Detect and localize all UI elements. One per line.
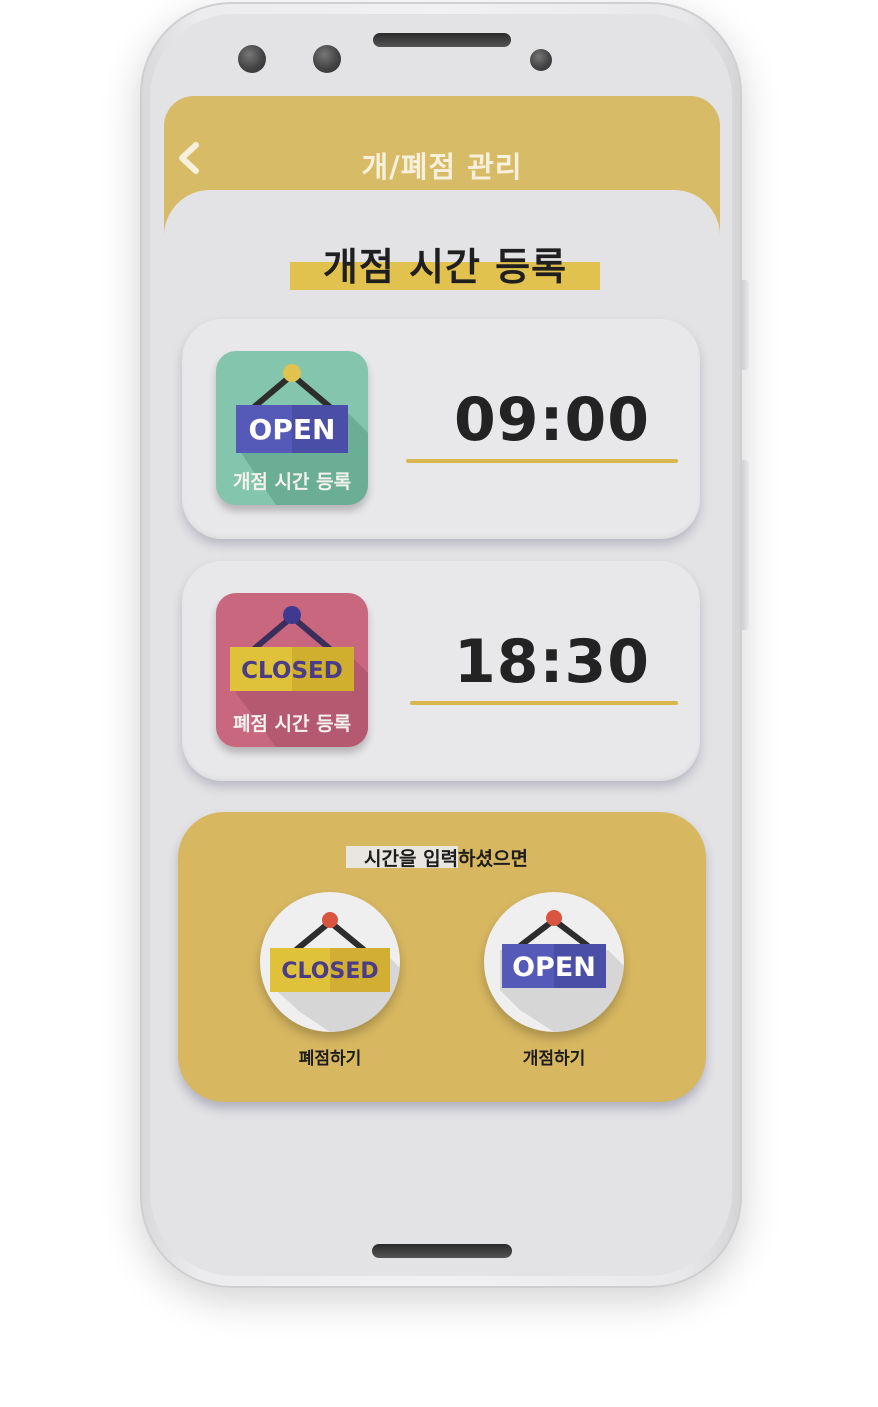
page-title: 개/폐점 관리: [361, 150, 523, 184]
open-sign-text: OPEN: [249, 413, 336, 446]
open-time-register-button[interactable]: OPEN 개점 시간 등록: [216, 351, 368, 505]
close-store-button[interactable]: CLOSED: [260, 892, 400, 1032]
close-time-card: CLOSED 폐점 시간 등록 18:30: [182, 561, 700, 781]
closed-sign-text: CLOSED: [241, 658, 343, 684]
power-button: [742, 460, 749, 630]
close-time-register-button[interactable]: CLOSED 폐점 시간 등록: [216, 593, 368, 747]
open-time-card: OPEN 개점 시간 등록 09:00: [182, 319, 700, 539]
proximity-sensor-icon: [530, 49, 552, 71]
prompt-wrap: 시간을 입력하셨으면: [346, 842, 546, 872]
close-time-label: 폐점 시간 등록: [232, 713, 352, 735]
bottom-speaker: [372, 1244, 512, 1258]
closed-sign-icon: CLOSED: [270, 912, 400, 1032]
open-time-label: 개점 시간 등록: [232, 471, 352, 493]
front-sensor-icon: [313, 45, 341, 73]
volume-button: [742, 280, 749, 370]
earpiece-speaker: [373, 33, 511, 47]
action-panel: 시간을 입력하셨으면 CLOSED 폐점하기 OPEN 개점하기: [178, 812, 706, 1102]
close-store-label: 폐점하기: [298, 1049, 362, 1069]
open-sign-icon: OPEN: [500, 910, 624, 1032]
open-store-button[interactable]: OPEN: [484, 892, 624, 1032]
app-screen: 개/폐점 관리 개점 시간 등록 OPEN 개점 시간 등록 09:00 CLO…: [164, 96, 720, 1206]
open-time-input[interactable]: 09:00: [422, 385, 682, 455]
front-camera-icon: [238, 45, 266, 73]
section-heading: 개점 시간 등록: [290, 236, 600, 296]
open-button-sign-text: OPEN: [512, 952, 596, 983]
close-time-underline: [410, 701, 678, 705]
section-title: 개점 시간 등록: [322, 245, 568, 289]
open-time-underline: [406, 459, 678, 463]
open-store-label: 개점하기: [522, 1049, 586, 1069]
close-button-sign-text: CLOSED: [281, 959, 378, 984]
prompt-text: 시간을 입력하셨으면: [364, 848, 528, 870]
close-time-input[interactable]: 18:30: [422, 627, 682, 697]
